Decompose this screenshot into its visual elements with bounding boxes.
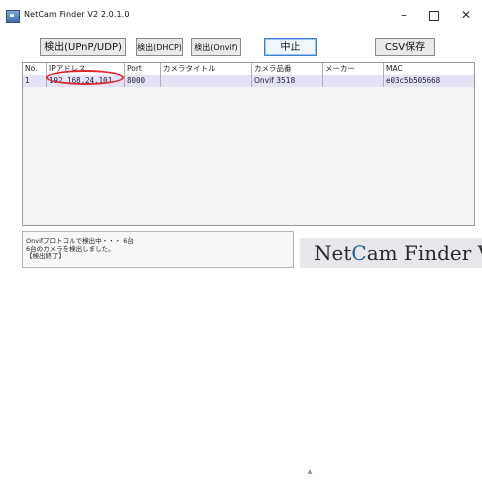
cell-camera-title	[161, 75, 252, 87]
detect-upnp-button[interactable]: 検出(UPnP/UDP)	[40, 38, 126, 56]
brand-mark: C	[351, 241, 367, 265]
cell-ip-address: 192.168.24.101	[47, 75, 125, 87]
column-header-port[interactable]: Port	[125, 63, 161, 75]
cell-port: 8000	[125, 75, 161, 87]
cell-no: 1	[23, 75, 47, 87]
column-header-mac[interactable]: MAC	[384, 63, 474, 75]
window-title: NetCam Finder V2 2.0.1.0	[24, 10, 130, 19]
minimize-button[interactable]: –	[390, 6, 418, 24]
cell-maker	[323, 75, 384, 87]
brand-suffix: Finder V2	[403, 241, 482, 265]
brand-prefix: Net	[314, 241, 352, 265]
status-log[interactable]: Onvifプロトコルで検出中・・・ 6台 6台のカメラを検出しました。 【検出終…	[22, 231, 312, 475]
column-header-maker[interactable]: メーカー	[323, 63, 384, 75]
column-header-model[interactable]: カメラ品番	[252, 63, 323, 75]
column-header-ip[interactable]: IPアドレス	[47, 63, 125, 75]
brand-middle: am	[366, 241, 398, 265]
app-icon	[6, 10, 20, 23]
cell-mac: e03c5b505668	[386, 76, 441, 85]
cell-model: Onvif 3518	[252, 75, 323, 87]
save-csv-button[interactable]: CSV保存	[375, 38, 435, 56]
log-line: 【検出終了】	[26, 252, 65, 260]
detect-dhcp-button[interactable]: 検出(DHCP)	[136, 38, 183, 56]
column-header-no[interactable]: No.	[23, 63, 47, 75]
log-line: 6台のカメラを検出しました。	[26, 244, 115, 253]
brand-logo-text: NetCam Finder V2	[314, 242, 482, 264]
toolbar: 検出(UPnP/UDP) 検出(DHCP) 検出(Onvif) 中止 CSV保存	[0, 28, 482, 59]
title-bar: NetCam Finder V2 2.0.1.0 – ✕	[0, 0, 482, 28]
stop-button[interactable]: 中止	[264, 38, 317, 56]
camera-list[interactable]: No. IPアドレス Port カメラタイトル カメラ品番 メーカー MAC 1…	[22, 62, 475, 226]
maximize-button[interactable]	[420, 6, 448, 24]
column-header-camera-title[interactable]: カメラタイトル	[161, 63, 252, 75]
maximize-icon	[429, 11, 439, 21]
table-row[interactable]: 1 192.168.24.101 8000 Onvif 3518 e03c5b5…	[23, 75, 474, 87]
detect-onvif-button[interactable]: 検出(Onvif)	[191, 38, 241, 56]
log-scroll-up-icon[interactable]: ▲	[305, 468, 315, 498]
close-button[interactable]: ✕	[452, 6, 480, 24]
brand-logo: NetCam Finder V2	[300, 238, 482, 268]
